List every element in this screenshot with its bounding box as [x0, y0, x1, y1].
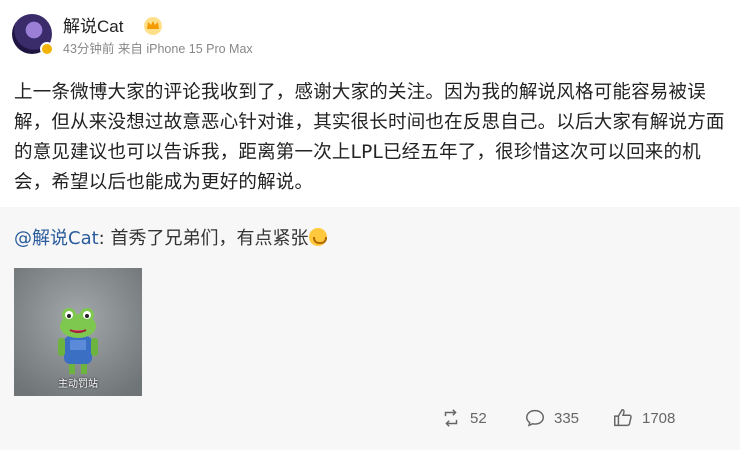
repost-body: : 首秀了兄弟们，有点紧张 [98, 228, 309, 249]
comment-icon [526, 409, 544, 427]
thumbs-up-icon [614, 409, 632, 427]
comment-count: 335 [554, 409, 580, 427]
repost-count: 52 [470, 409, 487, 427]
repost-button[interactable]: 52 [440, 403, 487, 433]
post-content: 上一条微博大家的评论我收到了，感谢大家的关注。因为我的解说风格可能容易被误解，但… [14, 82, 725, 193]
avatar[interactable] [12, 14, 54, 56]
post-header: 解说Cat 43分钟前 来自 iPhone 15 Pro Max [12, 12, 728, 58]
repost-mention[interactable]: @解说Cat [14, 228, 99, 249]
action-bar: 52 335 1708 [440, 403, 740, 433]
repost-card[interactable]: @解说Cat: 首秀了兄弟们，有点紧张 主动罚站 52 335 1708 [0, 207, 740, 450]
image-caption: 主动罚站 [58, 379, 98, 390]
repost-icon [444, 409, 458, 427]
crown-icon[interactable] [143, 16, 163, 36]
like-button[interactable]: 1708 [612, 403, 675, 433]
username[interactable]: 解说Cat [63, 16, 123, 38]
repost-image[interactable]: 主动罚站 [14, 268, 142, 396]
repost-text: @解说Cat: 首秀了兄弟们，有点紧张 [14, 227, 328, 251]
verified-badge-icon [40, 42, 54, 56]
comment-button[interactable]: 335 [524, 403, 579, 433]
nervous-emoji-icon [309, 228, 328, 246]
post-meta: 43分钟前 来自 iPhone 15 Pro Max [63, 42, 253, 56]
like-count: 1708 [642, 409, 676, 427]
